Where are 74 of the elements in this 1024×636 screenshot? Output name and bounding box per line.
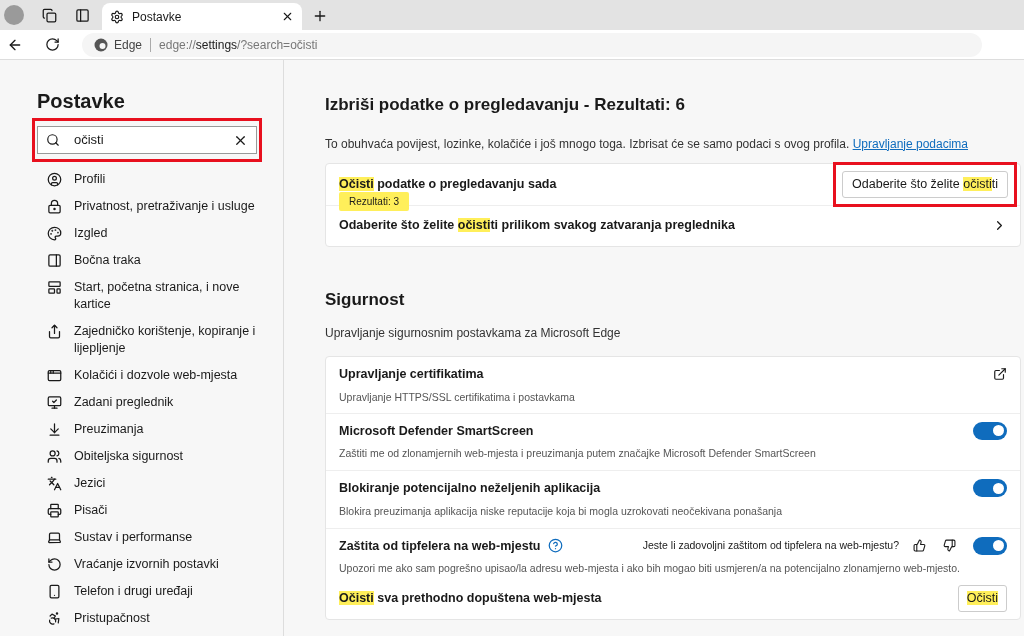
setting-title: Upravljanje certifikatima — [339, 366, 484, 383]
profile-icon — [47, 172, 62, 187]
sidebar-item[interactable]: Kolačići i dozvole web-mjesta — [74, 367, 238, 384]
window-icon — [47, 368, 62, 383]
collections-icon[interactable] — [42, 7, 57, 23]
results-badge: Rezultati: 3 — [339, 191, 410, 211]
sidebar-title: Postavke — [37, 89, 126, 114]
settings-icon — [110, 9, 124, 24]
sidebar-item[interactable]: Sustav i performanse — [74, 529, 193, 546]
sidebar-item[interactable]: Start, početna stranica, i nove kartice — [74, 279, 263, 313]
reset-icon — [47, 557, 62, 572]
palette-icon — [47, 226, 62, 241]
url-text: edge://settings/?search=očisti — [159, 36, 318, 54]
setting-title: Microsoft Defender SmartScreen — [339, 422, 534, 440]
thumbs-down-icon[interactable] — [943, 539, 956, 553]
setting-description: Upozori me ako sam pogrešno upisao/la adresu web-mjesta i ako bih mogao biti usmjeren/a na potencijalno zlonamjerno web-mjesto. — [339, 561, 961, 577]
setting-description: Upravljanje HTTPS/SSL certifikatima i postavkama — [339, 389, 576, 405]
section-title: Sigurnost — [325, 288, 406, 311]
browser-tab[interactable]: Postavke — [102, 3, 302, 30]
people-icon — [47, 449, 62, 464]
sidebar-icon — [47, 253, 62, 268]
laptop-icon — [47, 530, 62, 545]
sidebar-item[interactable]: Vraćanje izvornih postavki — [74, 556, 219, 573]
sidebar-item[interactable]: Obiteljska sigurnost — [74, 448, 184, 465]
sidebar-item[interactable]: Profili — [74, 171, 106, 188]
search-field[interactable]: očisti — [37, 126, 257, 154]
address-bar[interactable]: Edge edge://settings/?search=očisti — [82, 32, 982, 57]
section-subtitle: Upravljanje sigurnosnim postavkama za Microsoft Edge — [325, 325, 622, 342]
feedback-question: Jeste li zadovoljni zaštitom od tipfelera na web-mjestu? — [642, 538, 899, 553]
sidebar-item[interactable]: Bočna traka — [74, 252, 141, 269]
toggle-switch[interactable] — [973, 536, 1007, 555]
thumbs-up-icon[interactable] — [913, 539, 926, 553]
section-title: Izbriši podatke o pregledavanju - Rezultati: 6 — [325, 94, 686, 116]
sidebar-item[interactable]: Telefon i drugi uređaji — [74, 583, 193, 600]
section-description: To obuhvaća povijest, lozinke, kolačiće i još mnogo toga. Izbrisat će se samo podaci s ovog profila. — [325, 136, 850, 151]
setting-title: Zaštita od tipfelera na web-mjestu — [339, 537, 541, 555]
refresh-icon[interactable] — [45, 37, 60, 52]
sidebar-item[interactable]: Izgled — [74, 225, 108, 242]
choose-button[interactable]: Odaberite što želite očistiti — [842, 170, 1008, 198]
setting-description: Zaštiti me od zlonamjernih web-mjesta i preuzimanja putem značajke Microsoft Defender SmartScreen — [339, 446, 817, 462]
share-icon — [47, 324, 62, 339]
lock-icon — [47, 199, 62, 214]
printer-icon — [47, 503, 62, 518]
accessibility-icon — [47, 611, 62, 626]
search-icon — [46, 133, 60, 147]
languages-icon — [47, 476, 62, 491]
setting-title: Blokiranje potencijalno neželjenih aplikacija — [339, 480, 601, 497]
manage-data-link[interactable]: Upravljanje podacima — [852, 136, 969, 151]
sidebar-item[interactable]: Jezici — [74, 475, 106, 492]
toggle-switch[interactable] — [973, 421, 1007, 440]
layout-icon — [47, 280, 62, 295]
external-link-icon[interactable] — [993, 367, 1007, 382]
sidebar-item[interactable]: Privatnost, pretraživanje i usluge — [74, 198, 255, 215]
sidebar-item[interactable]: Pristupačnost — [74, 610, 150, 627]
edge-logo-icon — [94, 37, 108, 52]
download-icon — [47, 422, 62, 437]
sidebar-item[interactable]: Zajedničko korištenje, kopiranje i lijepljenje — [74, 323, 263, 357]
toggle-switch[interactable] — [973, 479, 1007, 498]
close-icon[interactable] — [281, 10, 294, 23]
phone-icon — [47, 584, 62, 599]
tab-panel-icon[interactable] — [75, 7, 90, 23]
tab-title: Postavke — [132, 8, 183, 26]
monitor-check-icon — [47, 395, 62, 410]
search-value: očisti — [74, 131, 105, 150]
sidebar-item[interactable]: Zadani preglednik — [74, 394, 174, 411]
setting-description: Blokira preuzimanja aplikacija niske reputacije koja bi mogla uzrokovati neočekivana ponašanja — [339, 503, 783, 519]
setting-label: Očisti podatke o pregledavanju sada — [339, 175, 558, 193]
sidebar-item[interactable]: Preuzimanja — [74, 421, 144, 438]
help-icon[interactable] — [548, 538, 564, 554]
site-label: Edge — [114, 36, 143, 54]
new-tab-icon[interactable] — [312, 8, 328, 24]
sidebar-item[interactable]: Pisači — [74, 502, 108, 519]
clear-button[interactable]: Očisti — [957, 585, 1007, 612]
setting-title: Očisti sva prethodno dopuštena web-mjesta — [339, 590, 602, 608]
